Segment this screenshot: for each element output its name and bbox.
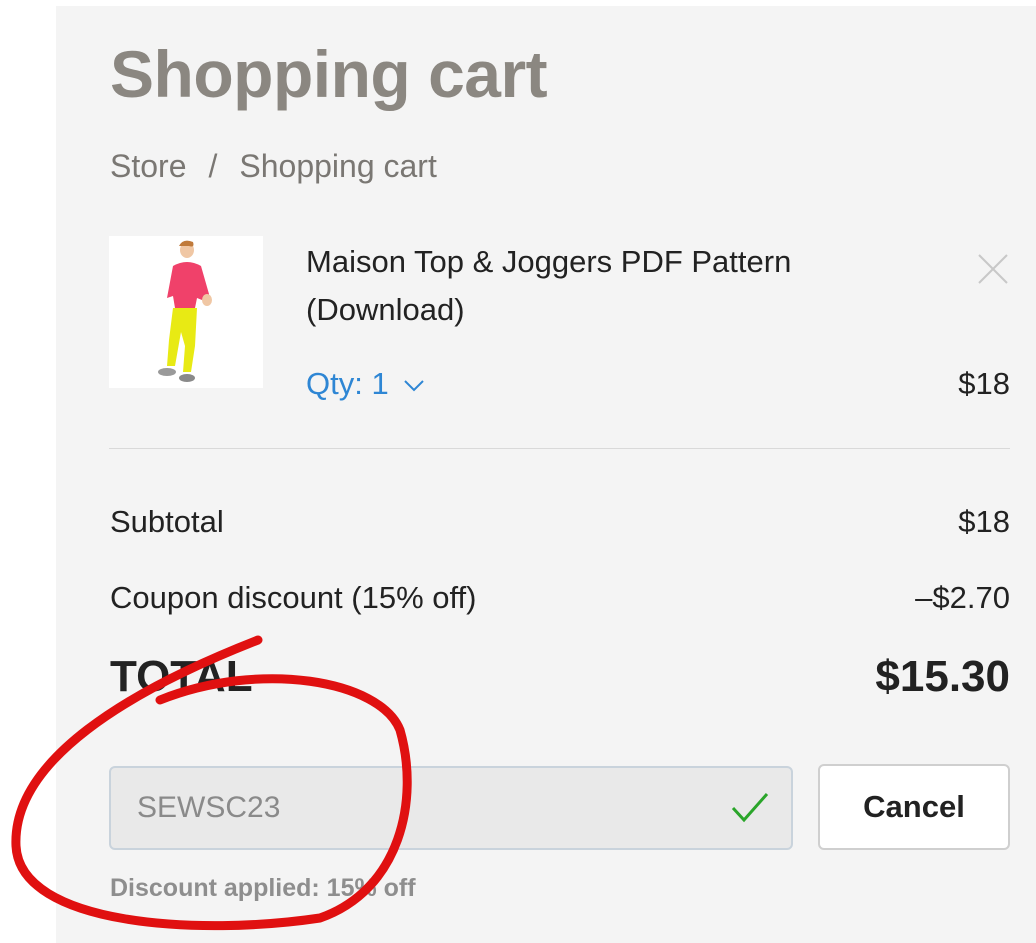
cart-item-price: $18	[958, 366, 1010, 401]
discount-value: –$2.70	[915, 580, 1010, 615]
cart-item-name[interactable]: Maison Top & Joggers PDF Pattern (Downlo…	[306, 238, 946, 334]
chevron-down-icon	[404, 380, 425, 392]
breadcrumb-store-link[interactable]: Store	[110, 148, 186, 184]
total-value: $15.30	[875, 652, 1010, 701]
discount-label: Coupon discount (15% off)	[110, 580, 477, 615]
cancel-coupon-button[interactable]: Cancel	[818, 764, 1010, 850]
close-icon	[978, 254, 1008, 284]
fashion-illustration-icon	[158, 240, 212, 382]
subtotal-value: $18	[958, 504, 1010, 539]
total-label: TOTAL	[110, 652, 253, 701]
discount-status-message: Discount applied: 15% off	[110, 874, 416, 902]
quantity-dropdown[interactable]: Qty: 1	[306, 366, 425, 402]
breadcrumb: Store / Shopping cart	[110, 148, 437, 185]
coupon-code-input[interactable]	[109, 766, 793, 850]
remove-item-button[interactable]	[976, 252, 1010, 286]
quantity-label: Qty: 1	[306, 366, 389, 401]
divider	[109, 448, 1010, 449]
page-title: Shopping cart	[110, 37, 548, 111]
check-icon	[731, 793, 769, 823]
breadcrumb-current: Shopping cart	[239, 148, 437, 184]
product-thumbnail[interactable]	[109, 236, 263, 388]
subtotal-label: Subtotal	[110, 504, 224, 539]
breadcrumb-separator: /	[208, 148, 218, 184]
